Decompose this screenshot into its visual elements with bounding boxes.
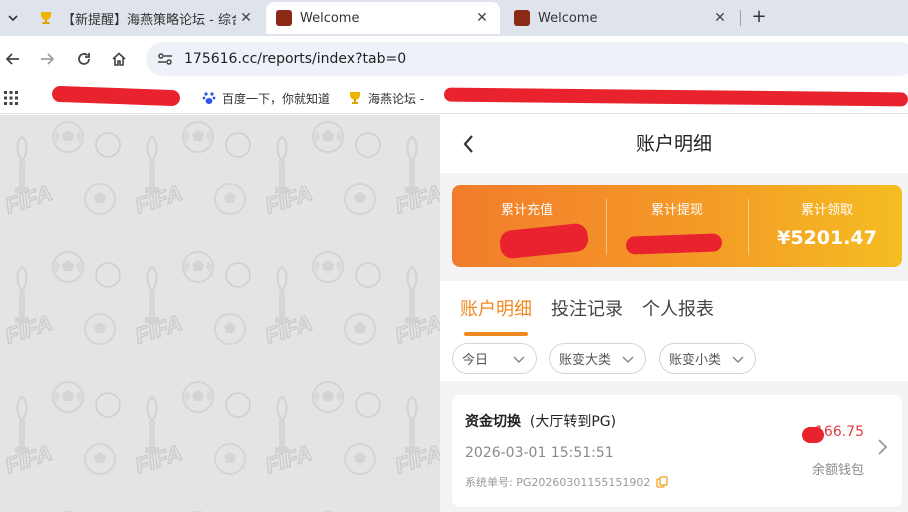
browser-tab-forum[interactable]: 【新提醒】海燕策略论坛 - 综合 ✕ bbox=[28, 2, 264, 34]
back-arrow-icon[interactable] bbox=[0, 46, 26, 72]
new-tab-button[interactable]: + bbox=[748, 5, 770, 29]
summary-label: 累计领取 bbox=[800, 203, 853, 218]
filter-label: 今日 bbox=[462, 353, 489, 368]
tab-search-chevron-icon[interactable] bbox=[0, 4, 26, 32]
chevron-down-icon bbox=[621, 352, 635, 366]
redaction-mark bbox=[625, 233, 723, 255]
filter-bar: 今日 账变大类 账变小类 bbox=[440, 337, 908, 381]
summary-total-withdraw: 累计提现 bbox=[602, 185, 752, 267]
address-bar[interactable]: 175616.cc/reports/index?tab=0 bbox=[146, 42, 908, 76]
chevron-right-icon[interactable] bbox=[876, 437, 890, 457]
close-tab-icon[interactable]: ✕ bbox=[710, 10, 730, 26]
redaction-mark bbox=[443, 87, 908, 107]
bookmarks-bar: 百度一下，你就知道 海燕论坛 - bbox=[0, 82, 908, 114]
active-tab-indicator bbox=[464, 332, 528, 336]
summary-total-deposit: 累计充值 bbox=[452, 185, 602, 267]
order-value: PG20260301155151902 bbox=[516, 475, 651, 489]
chevron-down-icon bbox=[731, 352, 745, 366]
record-type: 资金切换 bbox=[465, 414, 521, 430]
bookmark-baidu[interactable]: 百度一下，你就知道 bbox=[202, 89, 330, 107]
filter-date-select[interactable]: 今日 bbox=[452, 343, 537, 374]
tab-bet-records[interactable]: 投注记录 bbox=[551, 295, 623, 321]
summary-total-claimed: 累计领取 ¥5201.47 bbox=[752, 185, 902, 267]
filter-label: 账变小类 bbox=[669, 353, 722, 368]
chevron-down-icon bbox=[512, 352, 526, 366]
tab-title: Welcome bbox=[538, 10, 598, 26]
tab-personal-report[interactable]: 个人报表 bbox=[642, 295, 714, 321]
reload-icon[interactable] bbox=[71, 46, 97, 72]
record-title: 资金切换 (大厅转到PG) bbox=[465, 411, 616, 431]
filter-category-select[interactable]: 账变大类 bbox=[549, 343, 646, 374]
page-title: 账户明细 bbox=[635, 133, 712, 155]
summary-label: 累计提现 bbox=[650, 203, 703, 218]
bookmark-label: 海燕论坛 - bbox=[368, 91, 425, 106]
filter-subcategory-select[interactable]: 账变小类 bbox=[659, 343, 756, 374]
close-tab-icon[interactable]: ✕ bbox=[472, 10, 492, 26]
browser-toolbar: 175616.cc/reports/index?tab=0 bbox=[0, 36, 908, 82]
tab-title: Welcome bbox=[300, 10, 360, 26]
trophy-icon bbox=[348, 91, 362, 105]
tab-title: 【新提醒】海燕策略论坛 - 综合 bbox=[62, 12, 236, 28]
bookmark-haiyan-forum[interactable]: 海燕论坛 - bbox=[348, 89, 424, 107]
tab-account-details[interactable]: 账户明细 bbox=[460, 295, 532, 321]
record-datetime: 2026-03-01 15:51:51 bbox=[465, 445, 614, 461]
summary-label: 累计充值 bbox=[500, 203, 553, 218]
site-info-tune-icon[interactable] bbox=[156, 50, 174, 68]
site-favicon-icon bbox=[276, 10, 292, 26]
redaction-mark bbox=[802, 427, 824, 443]
copy-icon[interactable] bbox=[656, 476, 669, 488]
site-favicon-icon bbox=[514, 10, 530, 26]
fifa-pattern-graphic: FIFA bbox=[0, 115, 440, 512]
record-wallet: 余额钱包 bbox=[811, 463, 864, 478]
redaction-mark bbox=[51, 85, 181, 107]
record-order-number: 系统单号: PG20260301155151902 bbox=[465, 474, 669, 490]
summary-divider bbox=[748, 199, 749, 255]
account-details-panel: 账户明细 累计充值 累计提现 累计领取 ¥5201.47 账户明细 投注记录 个… bbox=[440, 115, 908, 512]
browser-tab-strip: 【新提醒】海燕策略论坛 - 综合 ✕ Welcome ✕ Welcome ✕ + bbox=[0, 0, 908, 36]
filter-label: 账变大类 bbox=[559, 353, 612, 368]
apps-grid-icon[interactable] bbox=[4, 89, 18, 107]
summary-value: ¥5201.47 bbox=[777, 227, 877, 249]
browser-tab-welcome[interactable]: Welcome ✕ bbox=[504, 2, 738, 34]
browser-tab-welcome-active[interactable]: Welcome ✕ bbox=[266, 2, 500, 34]
baidu-paw-icon bbox=[202, 91, 216, 105]
forward-arrow-icon[interactable] bbox=[34, 46, 60, 72]
panel-tabs: 账户明细 投注记录 个人报表 bbox=[440, 281, 908, 337]
fifa-pattern-background: FIFA bbox=[0, 115, 440, 512]
summary-card: 累计充值 累计提现 累计领取 ¥5201.47 bbox=[452, 185, 902, 267]
tab-separator bbox=[740, 10, 741, 26]
record-detail: (大厅转到PG) bbox=[529, 414, 617, 430]
transaction-record[interactable]: 资金切换 (大厅转到PG) 2026-03-01 15:51:51 系统单号: … bbox=[452, 395, 902, 507]
redaction-mark bbox=[498, 222, 590, 260]
bookmark-label: 百度一下，你就知道 bbox=[222, 91, 331, 106]
home-icon[interactable] bbox=[106, 46, 132, 72]
panel-header: 账户明细 bbox=[440, 115, 908, 173]
close-tab-icon[interactable]: ✕ bbox=[236, 10, 256, 26]
order-label: 系统单号: bbox=[465, 476, 513, 489]
trophy-favicon-icon bbox=[38, 10, 54, 26]
url-text: 175616.cc/reports/index?tab=0 bbox=[184, 51, 407, 67]
